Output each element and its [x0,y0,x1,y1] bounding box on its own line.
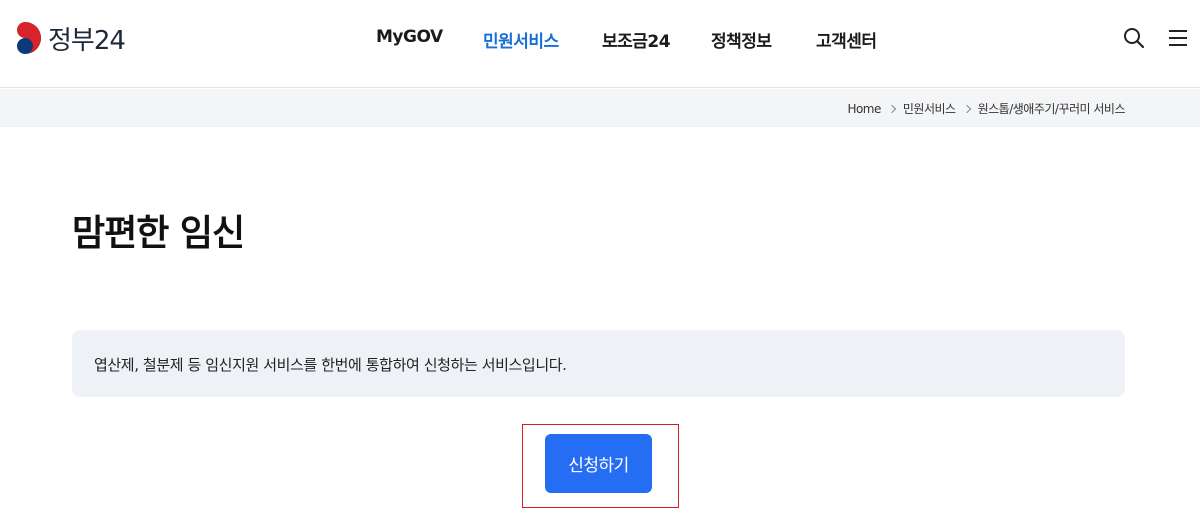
menu-button[interactable] [1166,26,1190,50]
nav-item-policy-info[interactable]: 정책정보 [711,27,772,52]
breadcrumb-current[interactable]: 원스톱/생애주기/꾸러미 서비스 [978,100,1126,117]
nav-item-subsidy24[interactable]: 보조금24 [602,27,671,52]
chevron-right-icon [887,104,897,113]
breadcrumb-bar: Home 민원서비스 원스톱/생애주기/꾸러미 서비스 [0,89,1200,127]
breadcrumb-civil-services[interactable]: 민원서비스 [903,100,956,117]
page-title: 맘편한 임신 [72,213,245,254]
hamburger-menu-icon [1169,30,1187,46]
service-description: 엽산제, 철분제 등 임신지원 서비스를 한번에 통합하여 신청하는 서비스입니… [94,356,567,374]
site-header: 정부24 MyGOV 민원서비스 보조금24 정책정보 고객센터 [0,0,1200,88]
apply-button[interactable]: 신청하기 [545,434,652,493]
breadcrumb-home[interactable]: Home [847,102,881,116]
nav-item-civil-services[interactable]: 민원서비스 [483,27,559,52]
nav-item-customer-center[interactable]: 고객센터 [816,27,877,52]
search-icon [1124,28,1145,49]
service-description-box: 엽산제, 철분제 등 임신지원 서비스를 한번에 통합하여 신청하는 서비스입니… [72,330,1125,397]
global-nav: MyGOV 민원서비스 보조금24 정책정보 고객센터 [0,0,1200,78]
search-button[interactable] [1122,26,1146,50]
nav-item-mygov[interactable]: MyGOV [376,27,443,47]
breadcrumb: Home 민원서비스 원스톱/생애주기/꾸러미 서비스 [847,100,1125,117]
chevron-right-icon [962,104,971,113]
